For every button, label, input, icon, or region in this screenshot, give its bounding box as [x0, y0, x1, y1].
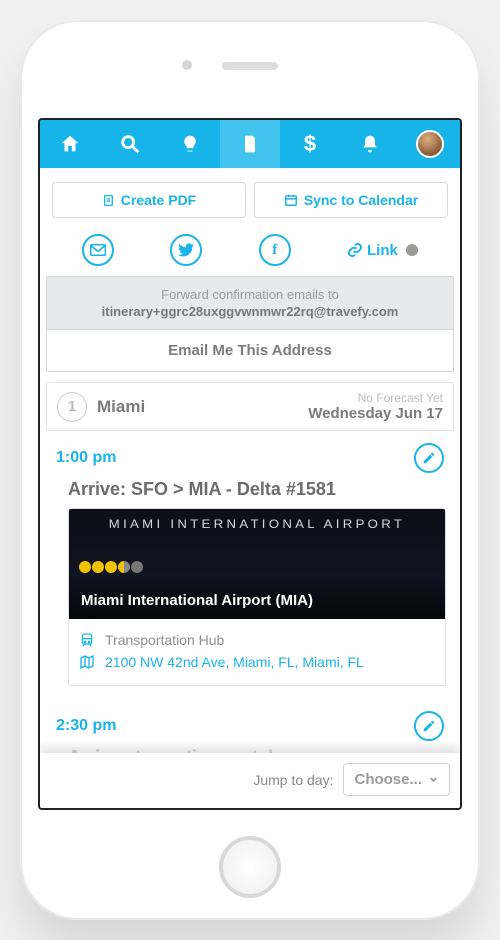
transport-icon	[79, 632, 97, 648]
phone-camera	[182, 60, 192, 70]
edit-event-button[interactable]	[414, 443, 444, 473]
nav-ideas[interactable]	[160, 120, 220, 168]
nav-money[interactable]: $	[280, 120, 340, 168]
sync-calendar-label: Sync to Calendar	[304, 192, 418, 208]
forward-email: itinerary+ggrc28uxggvwnmwr22rq@travefy.c…	[53, 302, 447, 329]
place-card[interactable]: MIAMI INTERNATIONAL AIRPORT Miami Intern…	[68, 508, 446, 686]
chevron-down-icon	[428, 774, 439, 785]
calendar-icon	[284, 193, 298, 207]
email-me-button[interactable]: Email Me This Address	[47, 329, 453, 371]
twitter-icon	[178, 243, 194, 257]
share-link-button[interactable]: Link	[347, 242, 418, 259]
day-city: Miami	[97, 397, 145, 417]
phone-speaker	[222, 62, 278, 70]
pencil-icon	[422, 451, 436, 465]
rating-stars	[79, 561, 143, 573]
day-date: Wednesday Jun 17	[308, 405, 443, 422]
event-time: 1:00 pm	[56, 449, 116, 467]
place-image: MIAMI INTERNATIONAL AIRPORT Miami Intern…	[69, 509, 445, 619]
forward-box: Forward confirmation emails to itinerary…	[46, 276, 454, 372]
bulb-icon	[180, 133, 200, 155]
search-icon	[119, 133, 141, 155]
create-pdf-label: Create PDF	[121, 192, 196, 208]
action-row: Create PDF Sync to Calendar	[40, 168, 460, 228]
bottom-bar: Jump to day: Choose...	[40, 753, 460, 808]
share-email-button[interactable]	[82, 234, 114, 266]
pdf-icon	[102, 193, 115, 208]
avatar	[416, 130, 444, 158]
bell-icon	[360, 133, 380, 155]
pencil-icon	[422, 719, 436, 733]
create-pdf-button[interactable]: Create PDF	[52, 182, 246, 218]
share-row: f Link	[40, 228, 460, 276]
nav-itinerary[interactable]	[220, 120, 280, 168]
event-time: 2:30 pm	[56, 717, 116, 735]
place-category: Transportation Hub	[105, 632, 224, 648]
forecast-text: No Forecast Yet	[308, 391, 443, 405]
link-icon	[347, 242, 363, 258]
phone-frame: $ Create PDF Syn	[20, 20, 480, 920]
app-screen: $ Create PDF Syn	[38, 118, 462, 810]
jump-label: Jump to day:	[253, 772, 333, 788]
day-number: 1	[57, 392, 87, 422]
forward-intro: Forward confirmation emails to	[53, 287, 447, 302]
map-icon	[79, 654, 97, 670]
place-body: Transportation Hub 2100 NW 42nd Ave, Mia…	[69, 619, 445, 685]
phone-home-button[interactable]	[219, 836, 281, 898]
facebook-icon: f	[272, 242, 277, 259]
home-icon	[59, 133, 81, 155]
place-name: Miami International Airport (MIA)	[81, 592, 313, 609]
day-header: 1 Miami No Forecast Yet Wednesday Jun 17	[46, 382, 454, 431]
mail-icon	[90, 244, 106, 256]
nav-home[interactable]	[40, 120, 100, 168]
event-title: Arrive: SFO > MIA - Delta #1581	[54, 477, 446, 508]
timeline: 1:00 pm Arrive: SFO > MIA - Delta #1581 …	[46, 431, 454, 808]
choose-label: Choose...	[354, 771, 422, 788]
sync-calendar-button[interactable]: Sync to Calendar	[254, 182, 448, 218]
dollar-icon: $	[304, 131, 316, 157]
share-facebook-button[interactable]: f	[259, 234, 291, 266]
share-link-label: Link	[367, 242, 398, 259]
nav-notifications[interactable]	[340, 120, 400, 168]
nav-search[interactable]	[100, 120, 160, 168]
doc-icon	[240, 133, 260, 155]
event-time-row: 1:00 pm	[54, 431, 446, 477]
choose-day-dropdown[interactable]: Choose...	[343, 763, 450, 796]
event-time-row: 2:30 pm	[54, 698, 446, 745]
status-dot	[406, 244, 418, 256]
share-twitter-button[interactable]	[170, 234, 202, 266]
top-nav: $	[40, 120, 460, 168]
edit-event-button[interactable]	[414, 711, 444, 741]
nav-profile[interactable]	[400, 120, 460, 168]
image-banner-text: MIAMI INTERNATIONAL AIRPORT	[68, 517, 446, 531]
place-address[interactable]: 2100 NW 42nd Ave, Miami, FL, Miami, FL	[105, 654, 364, 670]
